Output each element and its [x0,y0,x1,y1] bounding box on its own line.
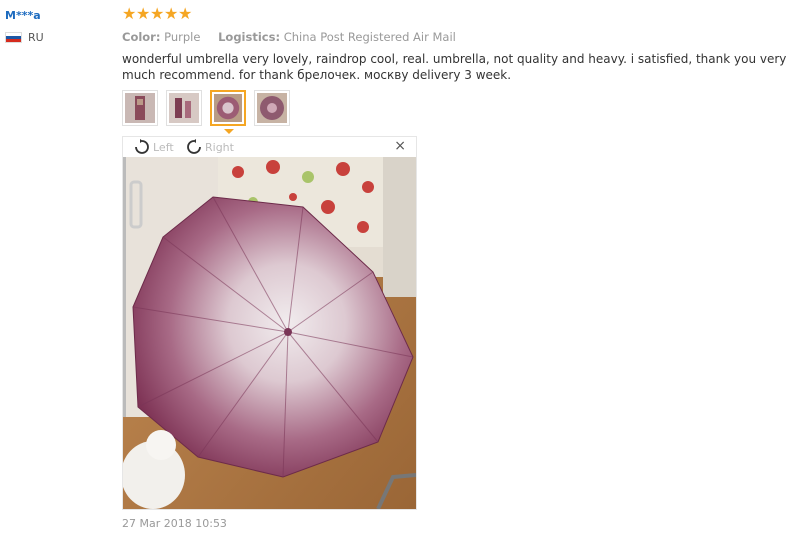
rotate-left-icon [135,139,149,154]
photo-viewer: Left Right × [122,136,417,510]
russia-flag-icon [5,32,22,43]
thumbnail-2[interactable] [166,90,202,126]
review-content: ★ ★ ★ ★ ★ Color: Purple Logistics: China… [122,6,786,83]
star-icon: ★ [150,4,165,23]
reviewer-info: M***a RU [5,9,44,44]
logistics-value: China Post Registered Air Mail [283,30,456,44]
logistics-label: Logistics: [218,30,281,44]
country-code: RU [28,31,44,44]
reviewer-name: M***a [5,9,41,22]
star-icon: ★ [178,4,193,23]
rotate-right-icon [187,139,201,154]
star-icon: ★ [164,4,179,23]
viewer-toolbar: Left Right × [123,137,416,157]
close-viewer-button[interactable]: × [394,138,406,154]
reviewer-country: RU [5,31,44,44]
review-date: 27 Mar 2018 10:53 [122,517,227,530]
review-text: wonderful umbrella very lovely, raindrop… [122,52,787,82]
thumbnail-1[interactable] [122,90,158,126]
rotate-right-button[interactable]: Right [185,139,234,155]
thumbnail-3-selected[interactable] [210,90,246,126]
thumbnail-4[interactable] [254,90,290,126]
selected-thumb-pointer [224,129,234,134]
star-rating: ★ ★ ★ ★ ★ [122,6,782,22]
order-meta: Color: Purple Logistics: China Post Regi… [122,30,782,44]
rotate-left-button[interactable]: Left [133,139,174,155]
star-icon: ★ [136,4,151,23]
rotate-right-label: Right [205,140,234,154]
review-photo-umbrella [123,157,416,509]
photo-thumbnails [122,90,290,126]
color-value: Purple [164,30,201,44]
rotate-left-label: Left [153,140,174,154]
color-label: Color: [122,30,161,44]
star-icon: ★ [122,4,137,23]
